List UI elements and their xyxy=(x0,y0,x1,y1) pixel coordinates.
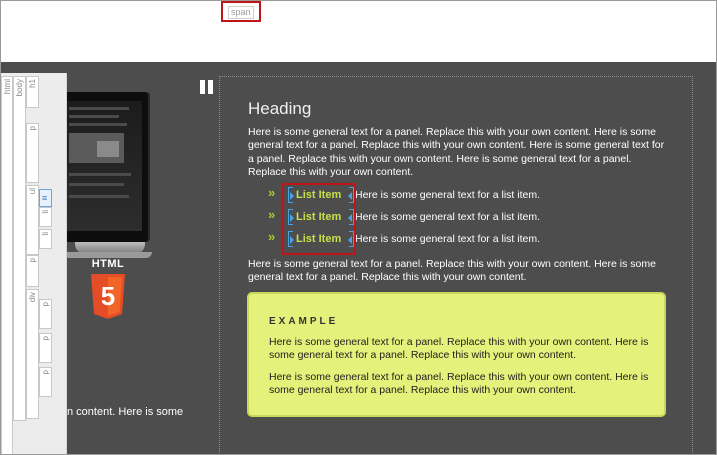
html5-logo: HTML 5 xyxy=(88,258,128,322)
close-bracket-icon xyxy=(348,231,354,247)
close-bracket-icon xyxy=(348,209,354,225)
close-bracket-icon xyxy=(348,187,354,203)
ruler-tag-h1[interactable]: h1 xyxy=(26,76,39,108)
list-item-span[interactable]: List Item xyxy=(288,230,354,248)
ruler-tag-p[interactable]: p xyxy=(39,367,52,397)
ruler-tag-li[interactable]: li xyxy=(39,229,52,249)
ruler-tag-li[interactable]: li xyxy=(39,207,52,227)
example-box: EXAMPLE Here is some general text for a … xyxy=(247,292,666,417)
open-bracket-icon xyxy=(288,231,294,247)
list-item-text: Here is some general text for a list ite… xyxy=(355,189,540,201)
list-item[interactable]: » List Item Here is some general text fo… xyxy=(268,208,688,226)
example-paragraph: Here is some general text for a panel. R… xyxy=(269,336,649,362)
top-strip: span xyxy=(0,0,717,62)
bullet-icon: » xyxy=(268,229,276,244)
list-item-span[interactable]: List Item xyxy=(288,208,354,226)
ruler-tag-p[interactable]: p xyxy=(26,123,39,183)
ruler-tag-p[interactable]: p xyxy=(39,299,52,329)
list-item-span[interactable]: List Item xyxy=(288,186,354,204)
open-bracket-icon xyxy=(288,209,294,225)
panel-paragraph: Here is some general text for a panel. R… xyxy=(248,126,665,178)
svg-text:5: 5 xyxy=(101,281,115,311)
list-item-label: List Item xyxy=(296,189,342,201)
span-tag-label: span xyxy=(228,6,254,19)
ruler-tag-p[interactable]: p xyxy=(26,255,39,287)
open-bracket-icon xyxy=(288,187,294,203)
list-item[interactable]: » List Item Here is some general text fo… xyxy=(268,186,688,204)
example-title: EXAMPLE xyxy=(269,316,339,327)
tag-ruler: html body h1 p ul ≡ li li p div p p p xyxy=(0,73,67,455)
ruler-tag-p[interactable]: p xyxy=(39,333,52,363)
list-item-text: Here is some general text for a list ite… xyxy=(355,233,540,245)
ruler-tag-body[interactable]: body xyxy=(13,76,26,421)
ruler-tag-div[interactable]: div xyxy=(26,289,39,419)
pause-icon[interactable] xyxy=(200,80,213,94)
example-paragraph: Here is some general text for a panel. R… xyxy=(269,371,649,397)
bullet-icon: » xyxy=(268,185,276,200)
ruler-tag-ul[interactable]: ul xyxy=(26,185,39,255)
list-item-label: List Item xyxy=(296,211,342,223)
panel-paragraph: Here is some general text for a panel. R… xyxy=(248,258,656,284)
ruler-tag-li-selected[interactable]: ≡ xyxy=(39,189,52,207)
span-tag-selector[interactable]: span xyxy=(221,1,261,22)
panel-heading: Heading xyxy=(248,99,312,118)
ruler-tag-html[interactable]: html xyxy=(1,76,13,455)
list-item-text: Here is some general text for a list ite… xyxy=(355,211,540,223)
list-item[interactable]: » List Item Here is some general text fo… xyxy=(268,230,688,248)
monitor-image xyxy=(67,92,152,258)
bullet-icon: » xyxy=(268,207,276,222)
list-item-label: List Item xyxy=(296,233,342,245)
left-panel-text: n content. Here is some xyxy=(67,406,184,418)
